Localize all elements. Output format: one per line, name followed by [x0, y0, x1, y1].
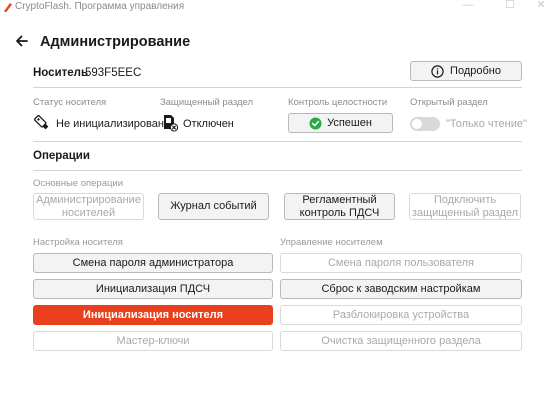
disabled-partition-icon — [164, 115, 178, 132]
carrier-setup-label: Настройка носителя — [33, 237, 123, 248]
init-prng-button[interactable]: Инициализация ПДСЧ — [33, 279, 273, 299]
details-button[interactable]: Подробно — [410, 61, 522, 81]
integrity-control-label: Контроль целостности — [288, 97, 388, 108]
operations-title: Операции — [33, 150, 90, 162]
details-button-label: Подробно — [450, 64, 501, 77]
divider — [33, 141, 522, 142]
divider — [33, 170, 522, 171]
event-log-button[interactable]: Журнал событий — [158, 193, 269, 220]
carrier-management-label: Управление носителем — [280, 237, 383, 248]
usb-key-icon — [34, 114, 49, 130]
carrier-label: Носитель — [33, 67, 89, 79]
title-bar: CryptoFlash. Программа управления — ☐ ✕ — [0, 0, 556, 14]
mount-protected-partition-button[interactable]: Подключить защищенный раздел — [409, 193, 521, 220]
read-only-toggle[interactable] — [410, 117, 440, 131]
clear-protected-partition-button[interactable]: Очистка защищенного раздела — [280, 331, 522, 351]
master-keys-button[interactable]: Мастер-ключи — [33, 331, 273, 351]
integrity-check-button[interactable]: Успешен — [288, 113, 393, 133]
factory-reset-button[interactable]: Сброс к заводским настройкам — [280, 279, 522, 299]
check-circle-icon — [309, 117, 322, 129]
divider — [33, 87, 522, 88]
app-logo-icon — [4, 3, 12, 12]
window-title: CryptoFlash. Программа управления — [15, 1, 185, 12]
maximize-button[interactable]: ☐ — [495, 0, 525, 13]
close-button[interactable]: ✕ — [526, 0, 556, 13]
admin-carriers-button[interactable]: Администрирование носителей — [33, 193, 144, 220]
integrity-value: Успешен — [327, 116, 372, 129]
carrier-id: 593F5EEC — [85, 67, 142, 79]
change-admin-password-button[interactable]: Смена пароля администратора — [33, 253, 273, 273]
basic-operations-label: Основные операции — [33, 178, 124, 189]
open-partition-label: Открытый раздел — [410, 97, 488, 108]
back-arrow-icon[interactable] — [14, 33, 30, 49]
open-partition-value: "Только чтение" — [446, 118, 527, 130]
carrier-status-label: Статус носителя — [33, 97, 107, 108]
protected-partition-value: Отключен — [183, 118, 234, 130]
carrier-status-value: Не инициализирован — [56, 118, 164, 130]
prng-control-button[interactable]: Регламентный контроль ПДСЧ — [284, 193, 395, 220]
init-carrier-button[interactable]: Инициализация носителя — [33, 305, 273, 325]
unlock-device-button[interactable]: Разблокировка устройства — [280, 305, 522, 325]
change-user-password-button[interactable]: Смена пароля пользователя — [280, 253, 522, 273]
protected-partition-label: Защищенный раздел — [160, 97, 254, 108]
info-icon — [431, 64, 444, 78]
page-title: Администрирование — [40, 34, 191, 50]
minimize-button[interactable]: — — [453, 0, 483, 13]
